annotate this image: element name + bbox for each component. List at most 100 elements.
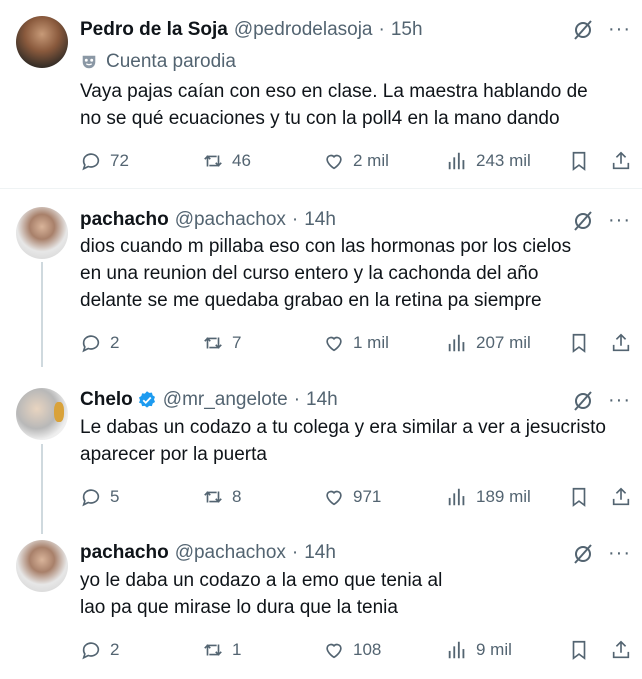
timestamp[interactable]: 15h (391, 19, 423, 41)
like-button[interactable]: 2 mil (323, 149, 389, 173)
reply-count: 5 (110, 487, 120, 506)
avatar[interactable] (16, 388, 68, 440)
bookmark-icon (572, 333, 586, 353)
separator-dot: · (291, 542, 299, 563)
tweet-header: Chelo @mr_angelote · 14h (80, 388, 338, 412)
views-button[interactable]: 243 mil (446, 149, 531, 173)
tweet-text-line: no se qué ecuaciones y tu con la poll4 e… (80, 108, 560, 129)
retweet-button[interactable]: 7 (202, 331, 241, 355)
tweet-header: pachacho @pachachox · 14h (80, 208, 336, 232)
share-icon (612, 151, 630, 170)
user-handle[interactable]: @pedrodelasoja (234, 19, 373, 41)
tweet-text-line: aparecer por la puerta (80, 444, 267, 465)
views-count: 189 mil (476, 487, 531, 506)
bookmark-icon (572, 151, 586, 171)
like-button[interactable]: 108 (323, 638, 381, 662)
avatar[interactable] (16, 207, 68, 259)
share-button[interactable] (610, 149, 632, 173)
retweet-button[interactable]: 1 (202, 638, 241, 662)
tweet-text-line: en una reunion del curso entero y la cac… (80, 263, 539, 284)
retweet-count: 7 (232, 333, 242, 352)
bookmark-button[interactable] (568, 331, 590, 355)
retweet-icon (204, 644, 222, 656)
views-button[interactable]: 207 mil (446, 331, 531, 355)
avatar-detail (54, 402, 64, 422)
like-count: 971 (353, 487, 382, 506)
reply-button[interactable]: 2 (80, 638, 119, 662)
user-handle[interactable]: @pachachox (175, 209, 286, 231)
reply-button[interactable]: 2 (80, 331, 119, 355)
separator-dot: · (378, 19, 385, 40)
tweet-text: Le dabas un codazo a tu colega y era sim… (80, 414, 640, 468)
reply-icon (82, 153, 100, 171)
user-handle[interactable]: @pachachox (175, 542, 286, 564)
bookmark-icon (572, 487, 586, 507)
views-button[interactable]: 9 mil (446, 638, 512, 662)
tweet-text-line: Vaya pajas caían con eso en clase. La ma… (80, 81, 588, 102)
more-icon[interactable]: ··· (608, 19, 630, 46)
retweet-button[interactable]: 46 (202, 149, 251, 173)
tweet-actions: 5 8 971 189 mil (80, 485, 630, 509)
bookmark-button[interactable] (568, 638, 590, 662)
tweet-text: dios cuando m pillaba eso con las hormon… (80, 233, 640, 314)
reply-count: 72 (110, 151, 129, 170)
retweet-count: 8 (232, 487, 242, 506)
grok-icon[interactable] (571, 209, 595, 233)
tweet-header: Pedro de la Soja @pedrodelasoja · 15h (80, 18, 423, 42)
tweet-header: pachacho @pachachox · 14h (80, 541, 336, 565)
grok-icon[interactable] (571, 18, 595, 42)
tweet-actions: 72 46 2 mil 243 mil (80, 149, 630, 173)
avatar[interactable] (16, 16, 68, 68)
reply-icon (82, 642, 100, 660)
tweet-text-line: lao pa que mirase lo dura que la tenia (80, 597, 398, 618)
tweet-text-line: yo le daba un codazo a la emo que tenia … (80, 570, 443, 591)
share-button[interactable] (610, 485, 632, 509)
grok-icon[interactable] (571, 542, 595, 566)
grok-icon[interactable] (571, 389, 595, 413)
tweet[interactable]: Chelo @mr_angelote · 14h ··· Le dabas un… (0, 370, 642, 530)
like-icon (326, 154, 342, 170)
share-icon (612, 487, 630, 506)
views-button[interactable]: 189 mil (446, 485, 531, 509)
display-name[interactable]: Pedro de la Soja (80, 19, 228, 41)
tweet-text: Vaya pajas caían con eso en clase. La ma… (80, 78, 640, 132)
retweet-button[interactable]: 8 (202, 485, 241, 509)
reply-button[interactable]: 5 (80, 485, 119, 509)
timestamp[interactable]: 14h (304, 209, 336, 231)
share-icon (612, 333, 630, 352)
retweet-icon (204, 155, 222, 167)
views-count: 243 mil (476, 151, 531, 170)
share-button[interactable] (610, 638, 632, 662)
like-button[interactable]: 1 mil (323, 331, 389, 355)
views-count: 207 mil (476, 333, 531, 352)
timestamp[interactable]: 14h (304, 542, 336, 564)
reply-button[interactable]: 72 (80, 149, 129, 173)
tweet[interactable]: pachacho @pachachox · 14h ··· dios cuand… (0, 189, 642, 379)
tweet[interactable]: pachacho @pachachox · 14h ··· yo le daba… (0, 524, 642, 679)
reply-icon (82, 489, 100, 507)
retweet-icon (204, 337, 222, 349)
views-icon (448, 641, 465, 659)
separator-dot: · (291, 209, 299, 230)
parody-text: Cuenta parodia (106, 51, 236, 72)
verified-badge-icon (138, 391, 155, 408)
tweet[interactable]: Pedro de la Soja @pedrodelasoja · 15h ··… (0, 0, 642, 188)
like-button[interactable]: 971 (323, 485, 381, 509)
views-count: 9 mil (476, 640, 512, 659)
tweet-text-line: dios cuando m pillaba eso con las hormon… (80, 236, 572, 257)
display-name[interactable]: pachacho (80, 542, 169, 564)
display-name[interactable]: pachacho (80, 209, 169, 231)
reply-count: 2 (110, 333, 120, 352)
retweet-icon (204, 491, 222, 503)
bookmark-button[interactable] (568, 485, 590, 509)
display-name[interactable]: Chelo (80, 389, 133, 411)
share-button[interactable] (610, 331, 632, 355)
timestamp[interactable]: 14h (306, 389, 338, 411)
like-count: 2 mil (353, 151, 389, 170)
like-icon (326, 643, 342, 659)
user-handle[interactable]: @mr_angelote (163, 389, 288, 411)
bookmark-button[interactable] (568, 149, 590, 173)
avatar[interactable] (16, 540, 68, 592)
bookmark-icon (572, 640, 586, 660)
like-count: 1 mil (353, 333, 389, 352)
